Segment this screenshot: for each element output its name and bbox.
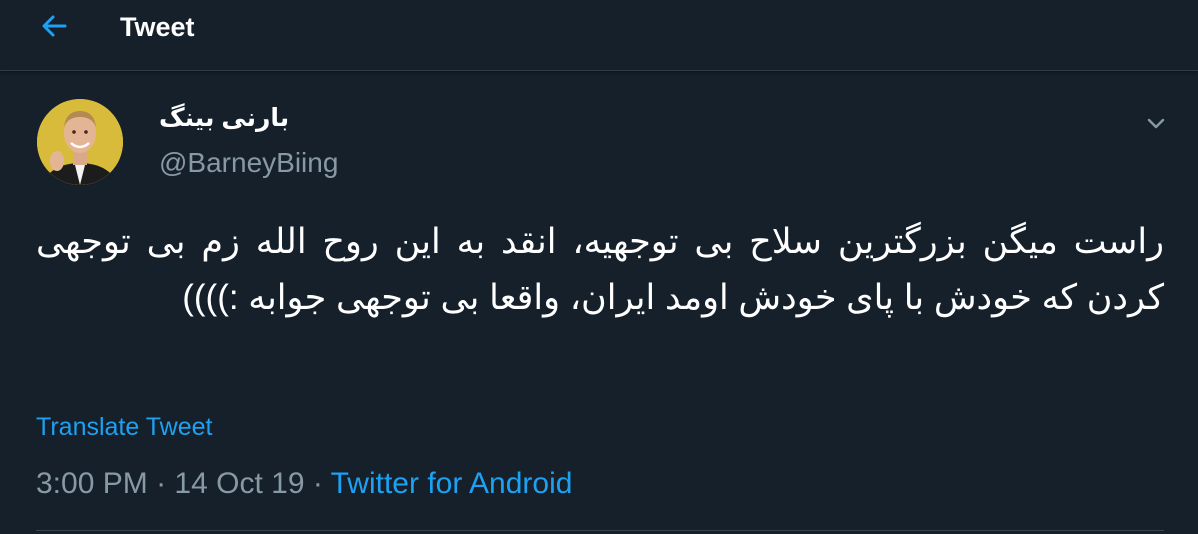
- author-display-name[interactable]: بارنی بینگ: [159, 103, 289, 133]
- tweet-metadata: 3:00 PM · 14 Oct 19 · Twitter for Androi…: [36, 467, 572, 501]
- tweet-date: 14 Oct 19: [174, 467, 305, 500]
- chevron-down-icon: [1146, 117, 1166, 136]
- author-handle[interactable]: @BarneyBiing: [159, 147, 338, 179]
- tweet-detail: بارنی بینگ @BarneyBiing راست میگن بزرگتر…: [0, 71, 1198, 534]
- top-app-bar: Tweet: [0, 0, 1198, 71]
- separator: ·: [312, 467, 323, 500]
- tweet-source-link[interactable]: Twitter for Android: [331, 467, 573, 500]
- back-button[interactable]: [36, 10, 72, 46]
- divider: [36, 530, 1164, 531]
- tweet-text: راست میگن بزرگترین سلاح بی توجهیه، انقد …: [36, 222, 1165, 317]
- translate-tweet-link[interactable]: Translate Tweet: [36, 413, 212, 442]
- tweet-menu-button[interactable]: [1141, 111, 1171, 141]
- avatar[interactable]: [37, 99, 123, 185]
- page-title: Tweet: [120, 12, 195, 42]
- separator: ·: [156, 467, 167, 500]
- arrow-left-icon: [40, 12, 68, 45]
- tweet-time: 3:00 PM: [36, 467, 148, 500]
